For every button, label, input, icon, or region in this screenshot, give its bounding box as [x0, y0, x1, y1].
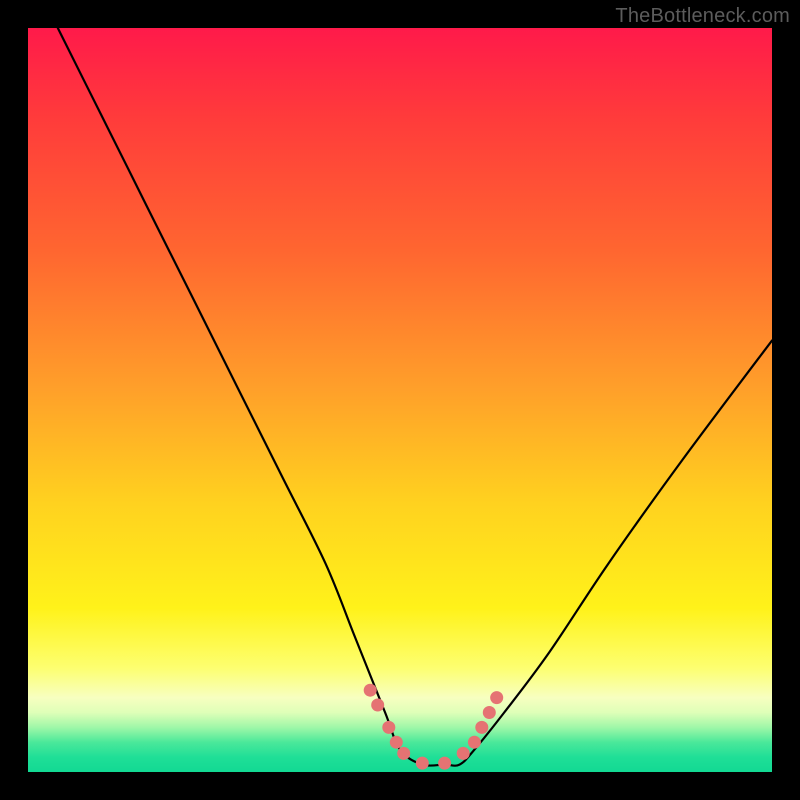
highlight-dot — [468, 736, 481, 749]
highlight-dot — [438, 757, 451, 770]
chart-frame: TheBottleneck.com — [0, 0, 800, 800]
curve-layer — [28, 28, 772, 772]
highlight-dot — [390, 736, 403, 749]
highlight-dots — [364, 684, 504, 770]
highlight-dot — [490, 691, 503, 704]
highlight-dot — [475, 721, 488, 734]
watermark-text: TheBottleneck.com — [615, 5, 790, 28]
bottleneck-curve — [58, 28, 772, 766]
highlight-dot — [416, 757, 429, 770]
plot-area — [28, 28, 772, 772]
highlight-dot — [371, 699, 384, 712]
highlight-dot — [457, 747, 470, 760]
highlight-dot — [397, 747, 410, 760]
highlight-dot — [483, 706, 496, 719]
highlight-dot — [364, 684, 377, 697]
highlight-dot — [382, 721, 395, 734]
